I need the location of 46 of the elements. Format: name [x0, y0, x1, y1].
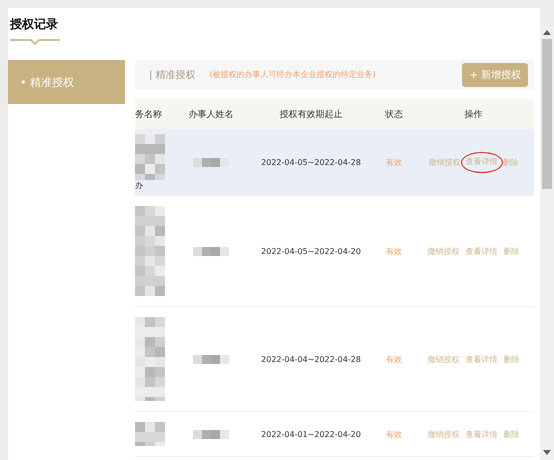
section-hint: (被授权的办事人可经办本企业授权的特定业务) [210, 69, 376, 80]
scroll-thumb[interactable] [542, 39, 552, 189]
action-link[interactable]: 删除 [504, 354, 520, 364]
scrollbar[interactable] [540, 26, 554, 460]
blurred-name-drawing [193, 158, 229, 166]
table-row[interactable]: 办 2022-04-05~2022-04-28 有效 撤销授权 查看详情 删除 [135, 129, 534, 196]
status-text: 有效 [385, 428, 403, 440]
table-row[interactable]: 2022-04-01~2022-04-20 有效 撤销授权 查看详情 删除 [135, 412, 534, 457]
blurred-name-drawing [193, 430, 229, 438]
column-header: 务名称 [135, 108, 163, 120]
table-cell-text: 2022-04-01~2022-04-20 [260, 430, 362, 438]
page-title: 授权记录 [10, 16, 59, 33]
scroll-up-icon[interactable] [543, 30, 551, 35]
action-link[interactable]: 撤销授权 [428, 156, 460, 168]
column-header: 办事人姓名 [188, 108, 234, 120]
table-cell-text: 2022-04-04~2022-04-28 [260, 354, 362, 364]
action-link[interactable]: 查看详情 [460, 152, 502, 172]
action-link[interactable]: 撤销授权 [428, 354, 460, 364]
title-underline-icon [10, 39, 60, 45]
table-cell-text: 2022-04-05~2022-04-28 [260, 158, 362, 166]
section-title: | 精准授权 [149, 68, 196, 82]
status-text: 有效 [385, 354, 403, 364]
table-row[interactable]: 2022-04-05~2022-04-20 有效 撤销授权 查看详情 删除 [135, 196, 534, 307]
action-link[interactable]: 撤销授权 [428, 428, 460, 440]
action-link[interactable]: 撤销授权 [428, 246, 460, 256]
add-button[interactable]: + 新增授权 [462, 62, 528, 86]
action-link[interactable]: 删除 [504, 428, 520, 440]
status-text: 有效 [385, 246, 403, 256]
action-link[interactable]: 查看详情 [466, 428, 498, 440]
table-cell: 办 [135, 180, 143, 190]
sidebar-item[interactable]: • 精准授权 [8, 60, 125, 104]
table-row[interactable]: 2022-04-04~2022-04-28 有效 撤销授权 查看详情 删除 [135, 307, 534, 412]
table-cell-text: 2022-04-05~2022-04-20 [260, 246, 362, 256]
blurred-text-drawing [135, 422, 165, 446]
action-link[interactable]: 查看详情 [466, 246, 498, 256]
status-text: 有效 [385, 156, 403, 168]
blurred-name-drawing [193, 246, 229, 256]
column-header: 授权有效期起止 [278, 108, 344, 120]
action-link[interactable]: 查看详情 [466, 354, 498, 364]
action-link[interactable]: 删除 [502, 156, 518, 168]
blurred-text-drawing [135, 134, 165, 180]
scroll-down-icon[interactable] [543, 450, 551, 455]
column-header: 操作 [464, 108, 484, 120]
action-link[interactable]: 删除 [504, 246, 520, 256]
column-header: 状态 [384, 108, 404, 120]
blurred-name-drawing [193, 354, 229, 364]
